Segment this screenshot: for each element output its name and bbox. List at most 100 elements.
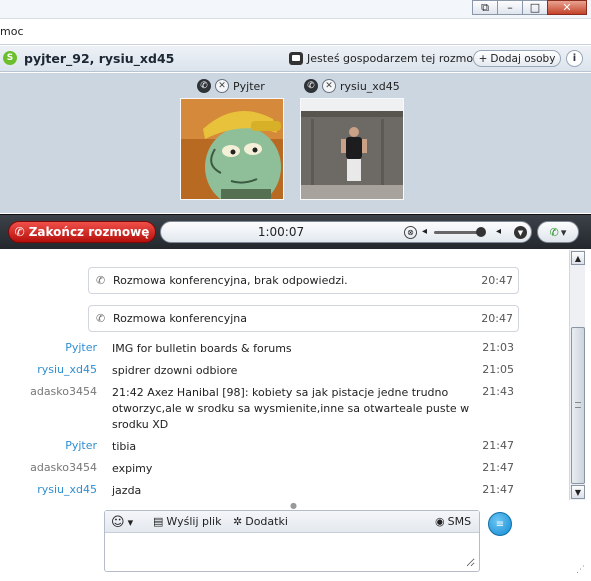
message-time: 20:47 [481, 274, 513, 287]
call-duration: 1:00:07 [257, 225, 305, 239]
message-text: 21:42 Axez Hanibal [98]: kobiety sa jak … [112, 386, 470, 431]
minimize-button[interactable]: – [497, 0, 523, 15]
addons-button[interactable]: ✲ Dodatki [233, 515, 288, 528]
conversation-title: pyjter_92, rysiu_xd45 [24, 51, 175, 66]
message-text: tibia [112, 440, 137, 453]
send-file-label: Wyślij plik [166, 515, 222, 528]
phone-green-icon: ✆ [549, 225, 559, 239]
message-time: 21:47 [482, 483, 514, 496]
system-message: ✆ Rozmowa konferencyjna 20:47 [88, 305, 519, 332]
arrow-down-icon: ▼ [574, 487, 582, 497]
avatar[interactable] [180, 98, 284, 200]
resize-grip-icon[interactable]: ⋰ [576, 565, 588, 577]
close-button[interactable]: ✕ [547, 0, 587, 15]
message-author[interactable]: Pyjter [65, 341, 97, 354]
restore-icon: ⧉ [481, 0, 489, 14]
plus-icon: + [478, 52, 488, 65]
grip-icon [575, 402, 581, 408]
message-text: spidrer dzowni odbiore [112, 364, 238, 377]
phone-icon: ✆ [304, 79, 318, 93]
maximize-button[interactable]: □ [522, 0, 548, 15]
restore-button[interactable]: ⧉ [472, 0, 498, 15]
scrollbar-thumb[interactable] [571, 327, 585, 484]
message-input-area: ● ☺ ▾ ▤ Wyślij plik ✲ Dodatki ◉ SMS ≡ ⋰ [0, 501, 591, 581]
chat-scrollbar[interactable]: ▲ ▼ [569, 250, 585, 500]
send-file-button[interactable]: ▤ Wyślij plik [153, 515, 221, 528]
info-icon: i [572, 53, 577, 64]
photo-avatar-image [301, 99, 403, 199]
title-bar: ⧉ – □ ✕ [0, 0, 591, 19]
message-text: expimy [112, 462, 153, 475]
send-message-button[interactable]: ≡ [488, 512, 512, 536]
info-button[interactable]: i [566, 50, 583, 67]
participant-name: rysiu_xd45 [340, 79, 400, 93]
add-people-button[interactable]: + Dodaj osoby [473, 50, 561, 67]
system-message-text: Rozmowa konferencyjna, brak odpowiedzi. [113, 274, 348, 287]
volume-control: ⊗ ◂ ◂ ▼ [404, 225, 528, 240]
speaker-low-icon: ◂ [422, 226, 428, 237]
hangup-icon: ✆ [14, 225, 25, 239]
host-icon [289, 52, 303, 65]
minimize-icon: – [507, 1, 513, 14]
avatar[interactable] [300, 98, 404, 200]
participant-name: Pyjter [233, 79, 265, 93]
close-icon: ✕ [562, 1, 572, 14]
arrow-up-icon: ▲ [574, 253, 582, 263]
message-author[interactable]: rysiu_xd45 [37, 483, 97, 496]
host-status-text: Jesteś gospodarzem tej rozmowy [307, 52, 489, 65]
chevron-down-icon: ▾ [127, 516, 134, 529]
message-time: 20:47 [481, 312, 513, 325]
smiley-icon: ☺ [111, 515, 125, 530]
sms-icon: ◉ [435, 515, 445, 528]
call-options-icon[interactable]: ▼ [514, 226, 527, 239]
skype-logo-icon: S [3, 51, 17, 65]
message-text: jazda [112, 484, 142, 497]
maximize-icon: □ [529, 1, 541, 14]
scroll-down-button[interactable]: ▼ [571, 485, 585, 499]
menu-bar: moc [0, 19, 591, 45]
sms-label: SMS [447, 515, 472, 528]
message-author[interactable]: rysiu_xd45 [37, 363, 97, 376]
message-time: 21:05 [482, 363, 514, 376]
message-time: 21:47 [482, 461, 514, 474]
emoticons-button[interactable]: ☺ ▾ [111, 515, 133, 530]
message-time: 21:03 [482, 341, 514, 354]
input-splitter[interactable]: ● [290, 501, 297, 510]
muted-icon: ✕ [322, 79, 336, 93]
file-icon: ▤ [153, 515, 164, 528]
phone-icon: ✆ [96, 312, 106, 325]
send-icon: ≡ [495, 518, 505, 530]
chevron-down-icon: ▾ [560, 225, 567, 239]
call-status-bar: 1:00:07 ⊗ ◂ ◂ ▼ [160, 221, 532, 243]
call-button[interactable]: ✆ ▾ [537, 221, 579, 243]
system-message-text: Rozmowa konferencyjna [113, 312, 247, 325]
scroll-up-button[interactable]: ▲ [571, 251, 585, 265]
muted-icon: ✕ [215, 79, 229, 93]
message-composer: ☺ ▾ ▤ Wyślij plik ✲ Dodatki ◉ SMS [104, 510, 480, 572]
message-input[interactable] [109, 537, 475, 567]
phone-icon: ✆ [197, 79, 211, 93]
add-people-label: Dodaj osoby [490, 52, 556, 65]
addons-label: Dodatki [245, 515, 288, 528]
sms-button[interactable]: ◉ SMS [435, 515, 471, 528]
mute-microphone-icon[interactable]: ⊗ [404, 226, 417, 239]
message-time: 21:47 [482, 439, 514, 452]
phone-icon: ✆ [96, 274, 106, 287]
message-text: IMG for bulletin boards & forums [112, 342, 292, 355]
call-control-bar: ✆ Zakończ rozmowę 1:00:07 ⊗ ◂ ◂ ▼ ✆ ▾ [0, 214, 591, 249]
conversation-header: S pyjter_92, rysiu_xd45 Jesteś gospodarz… [0, 46, 591, 72]
system-message: ✆ Rozmowa konferencyjna, brak odpowiedzi… [88, 267, 519, 294]
cartoon-avatar-image [181, 99, 283, 199]
message-author[interactable]: adasko3454 [30, 385, 97, 398]
message-time: 21:43 [482, 385, 514, 398]
volume-slider-handle[interactable] [476, 227, 486, 237]
composer-toolbar: ☺ ▾ ▤ Wyślij plik ✲ Dodatki ◉ SMS [105, 511, 479, 533]
window-controls: ⧉ – □ ✕ [472, 0, 587, 15]
puzzle-icon: ✲ [233, 515, 243, 528]
participants-panel: ✆ ✕ Pyjter ✆ ✕ rysiu_xd45 [0, 73, 591, 294]
end-call-label: Zakończ rozmowę [28, 225, 150, 239]
end-call-button[interactable]: ✆ Zakończ rozmowę [8, 221, 156, 243]
menu-help[interactable]: moc [0, 25, 24, 38]
message-author[interactable]: Pyjter [65, 439, 97, 452]
message-author[interactable]: adasko3454 [30, 461, 97, 474]
